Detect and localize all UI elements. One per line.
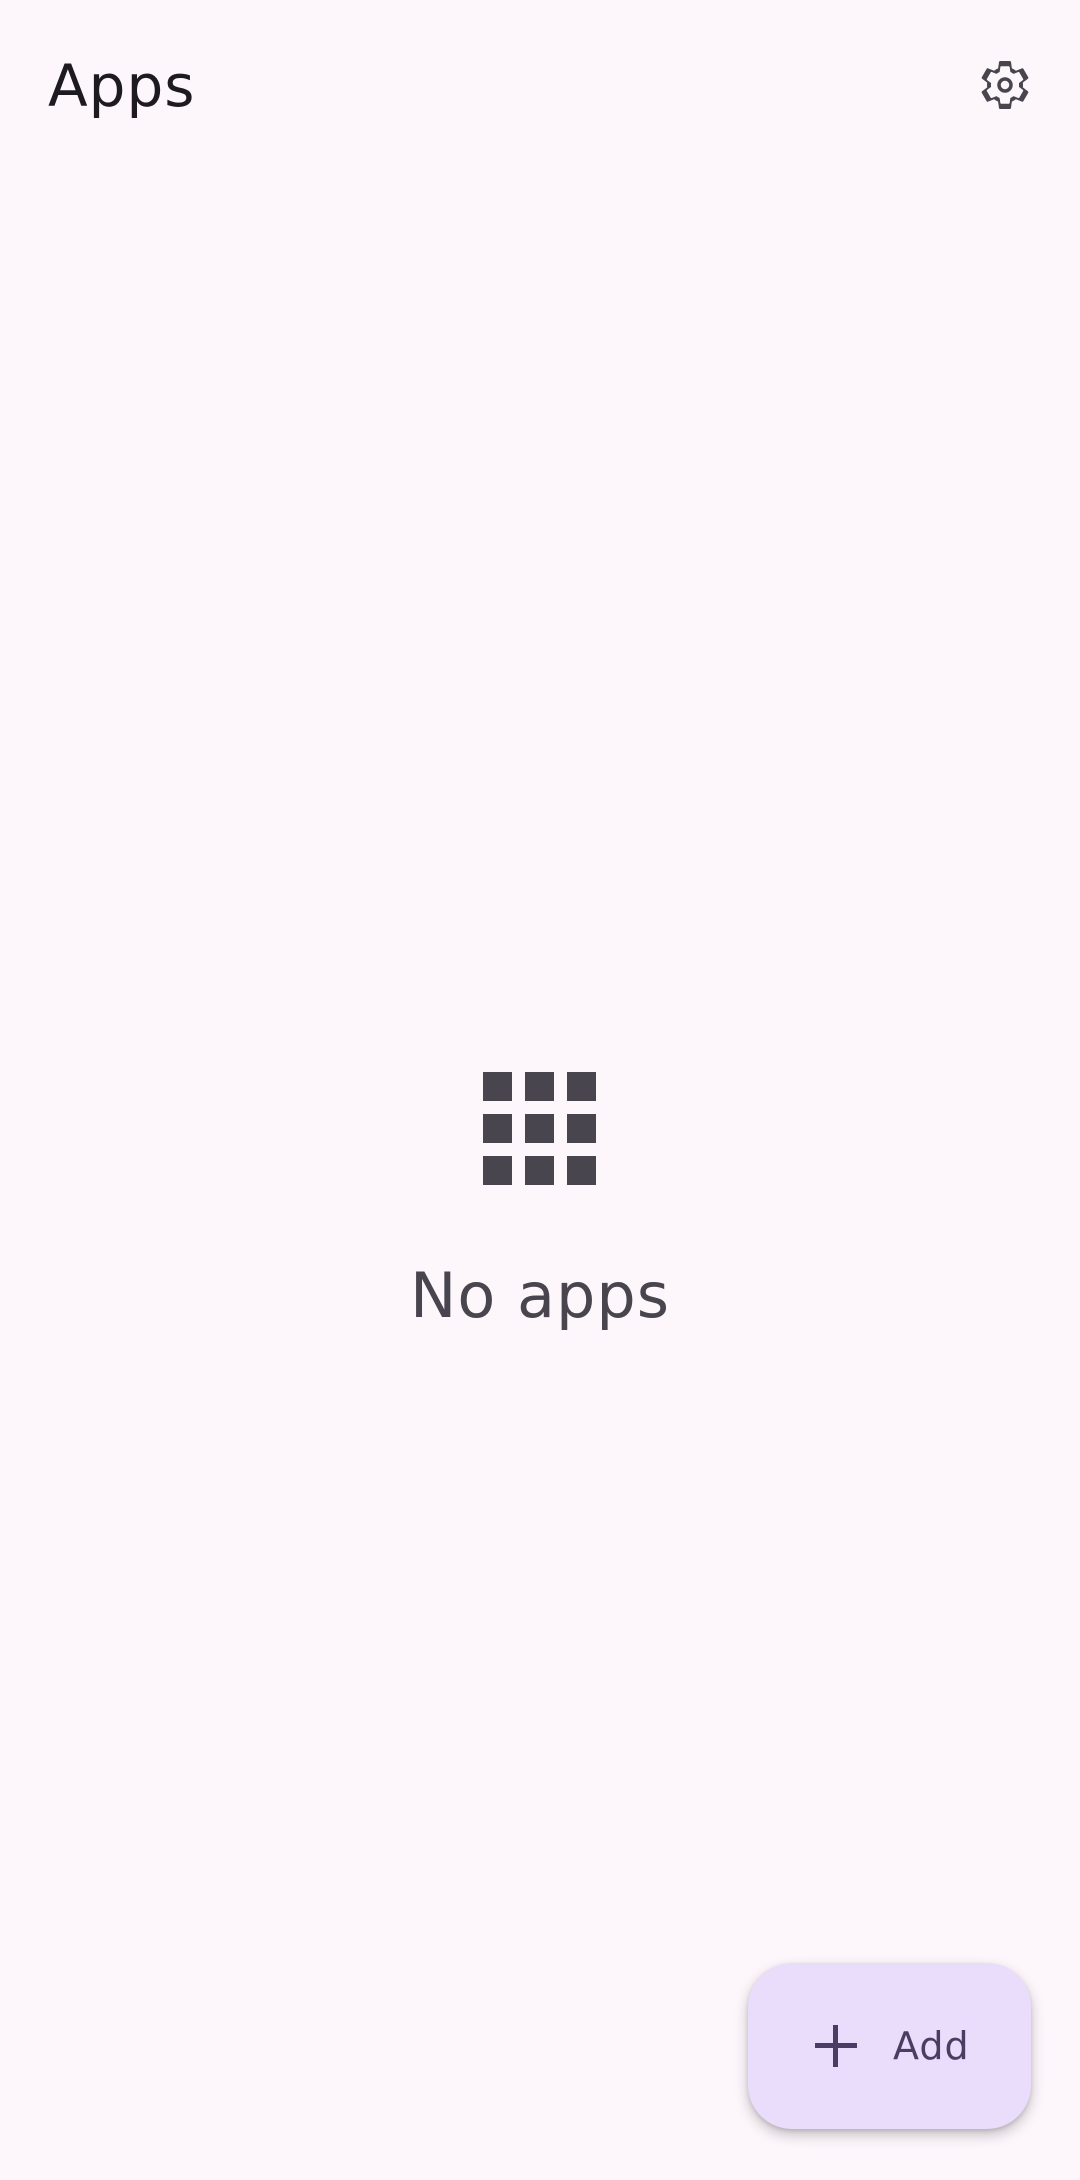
add-button-label: Add [893, 2024, 970, 2068]
add-app-button[interactable]: Add [748, 1963, 1031, 2129]
plus-icon [815, 2025, 857, 2067]
page-title: Apps [48, 52, 196, 120]
apps-grid-icon [483, 1072, 596, 1185]
empty-state-label: No apps [409, 1259, 671, 1332]
top-app-bar: Apps [0, 0, 1080, 170]
empty-state: No apps [0, 1060, 1080, 1336]
gear-icon [981, 60, 1029, 109]
settings-button[interactable] [965, 45, 1045, 125]
